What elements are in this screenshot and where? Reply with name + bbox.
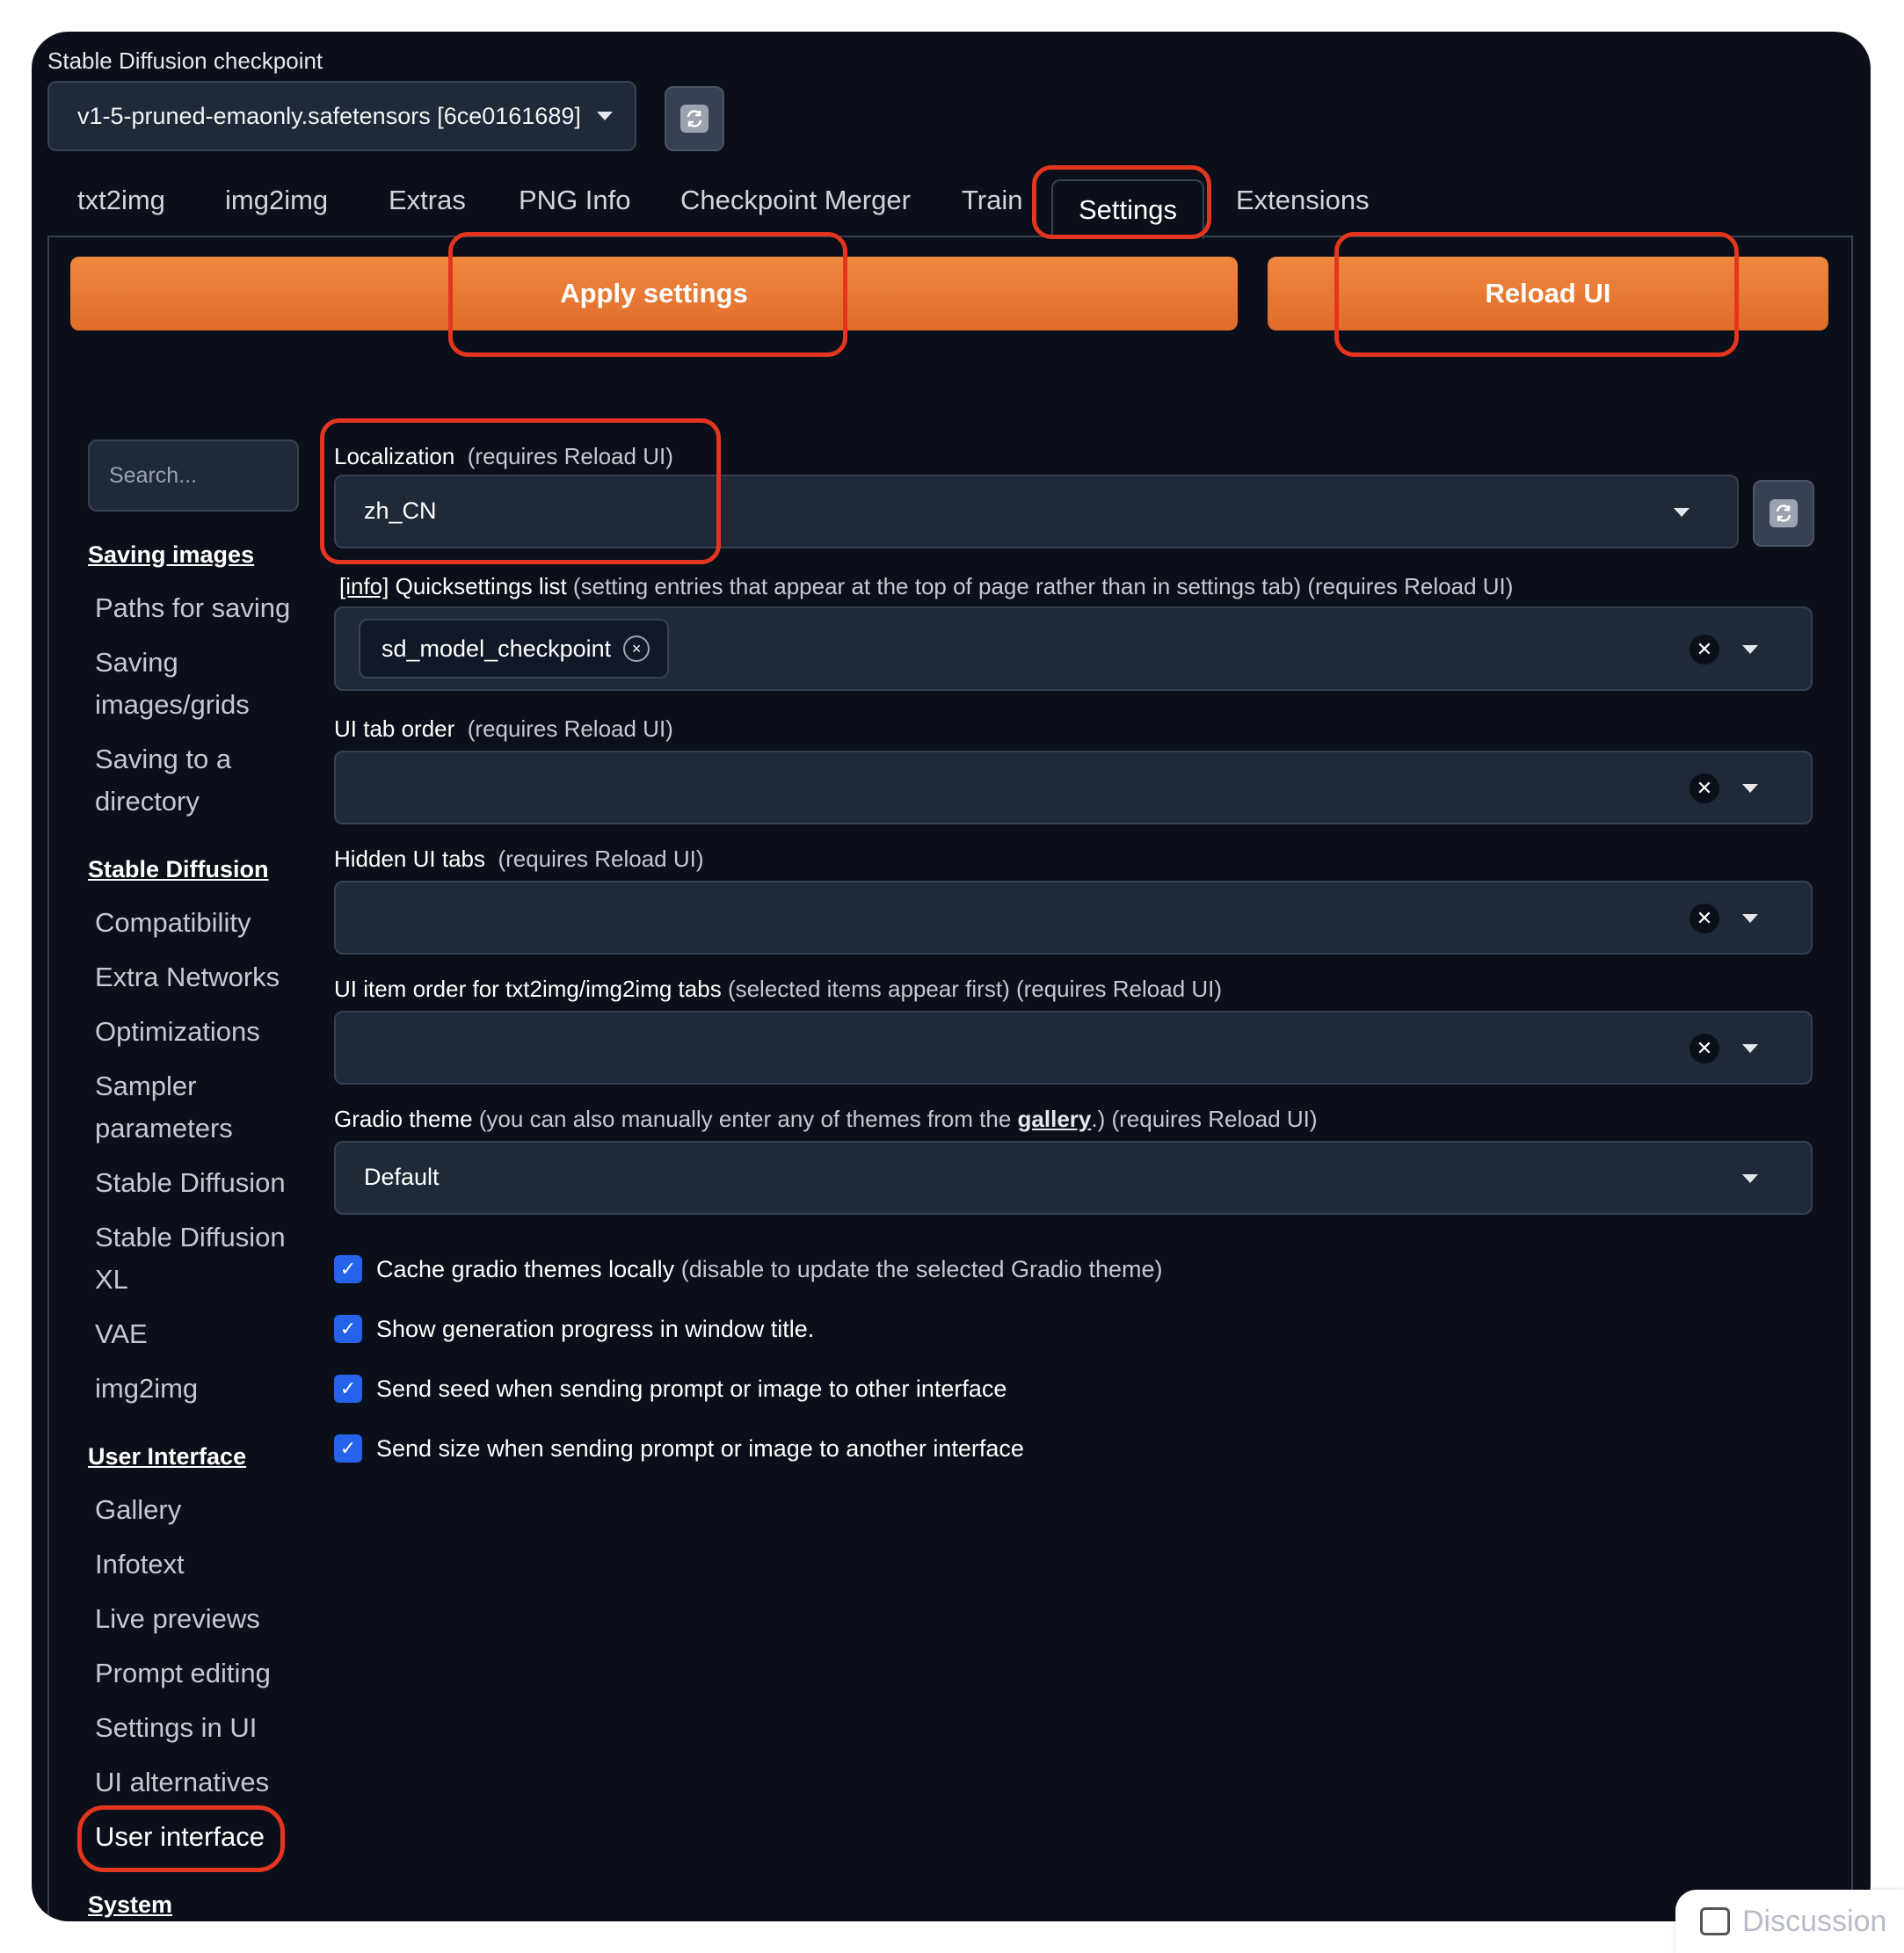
sidebar-section-user-interface[interactable]: User Interface <box>88 1443 246 1470</box>
sidebar-item-saving-images-grids[interactable]: Saving images/grids <box>95 642 297 726</box>
tab-order-label: UI tab order (requires Reload UI) <box>334 715 673 742</box>
tab-checkpoint-merger[interactable]: Checkpoint Merger <box>680 185 911 216</box>
send-size-checkbox[interactable]: ✓ <box>334 1434 362 1463</box>
chevron-down-icon <box>1742 1174 1758 1183</box>
chevron-down-icon <box>1742 784 1758 793</box>
sidebar-item-saving-to-directory[interactable]: Saving to a directory <box>95 738 297 823</box>
sidebar-item-stable-diffusion-xl[interactable]: Stable Diffusion XL <box>95 1216 297 1301</box>
sidebar-item-settings-in-ui[interactable]: Settings in UI <box>95 1707 297 1749</box>
checkpoint-refresh-button[interactable] <box>665 86 724 151</box>
sidebar-item-prompt-editing[interactable]: Prompt editing <box>95 1652 297 1695</box>
chevron-down-icon <box>596 112 613 120</box>
tab-png-info[interactable]: PNG Info <box>519 185 631 216</box>
tab-img2img[interactable]: img2img <box>225 185 328 216</box>
sidebar-item-ui-alternatives[interactable]: UI alternatives <box>95 1761 297 1804</box>
clear-icon[interactable]: ✕ <box>1690 1034 1719 1064</box>
sidebar-section-saving-images[interactable]: Saving images <box>88 541 254 569</box>
sidebar-item-user-interface[interactable]: User interface <box>95 1816 297 1858</box>
item-order-multiselect[interactable]: ✕ <box>334 1011 1813 1085</box>
quicksettings-label: [info] Quicksettings list (setting entri… <box>339 573 1514 599</box>
sidebar-item-gallery[interactable]: Gallery <box>95 1489 297 1531</box>
cache-themes-checkbox[interactable]: ✓ <box>334 1255 362 1283</box>
clear-icon[interactable]: ✕ <box>1690 635 1719 664</box>
hidden-tabs-multiselect[interactable]: ✕ <box>334 881 1813 955</box>
quicksettings-multiselect[interactable]: sd_model_checkpoint × ✕ <box>334 606 1813 691</box>
localization-value: zh_CN <box>364 497 437 524</box>
show-progress-checkbox[interactable]: ✓ <box>334 1315 362 1343</box>
sidebar-item-stable-diffusion[interactable]: Stable Diffusion <box>95 1162 297 1204</box>
chevron-down-icon <box>1742 1044 1758 1053</box>
localization-dropdown[interactable]: zh_CN <box>334 475 1739 548</box>
discussion-button[interactable]: Discussion <box>1675 1890 1904 1953</box>
gallery-link[interactable]: gallery <box>1018 1106 1092 1132</box>
refresh-icon <box>680 105 709 133</box>
localization-refresh-button[interactable] <box>1753 480 1814 547</box>
gradio-theme-dropdown[interactable]: Default <box>334 1141 1813 1215</box>
send-seed-checkbox-row[interactable]: ✓ Send seed when sending prompt or image… <box>334 1375 1007 1403</box>
apply-settings-button[interactable]: Apply settings <box>70 257 1238 330</box>
item-order-label: UI item order for txt2img/img2img tabs (… <box>334 976 1223 1002</box>
send-seed-checkbox[interactable]: ✓ <box>334 1375 362 1403</box>
checkpoint-label: Stable Diffusion checkpoint <box>47 47 323 74</box>
cache-themes-checkbox-row[interactable]: ✓ Cache gradio themes locally (disable t… <box>334 1255 1163 1283</box>
info-link[interactable]: [info] <box>339 573 389 599</box>
sidebar-item-img2img[interactable]: img2img <box>95 1368 297 1410</box>
refresh-icon <box>1770 499 1798 527</box>
sidebar-section-system[interactable]: System <box>88 1891 172 1919</box>
sidebar-item-extra-networks[interactable]: Extra Networks <box>95 956 297 998</box>
tab-extensions[interactable]: Extensions <box>1236 185 1370 216</box>
sidebar-item-live-previews[interactable]: Live previews <box>95 1598 297 1640</box>
tab-order-multiselect[interactable]: ✕ <box>334 751 1813 824</box>
hidden-tabs-label: Hidden UI tabs (requires Reload UI) <box>334 846 704 872</box>
clear-icon[interactable]: ✕ <box>1690 904 1719 933</box>
sidebar-item-optimizations[interactable]: Optimizations <box>95 1011 297 1053</box>
settings-panel: Stable Diffusion checkpoint v1-5-pruned-… <box>32 32 1871 1921</box>
quicksettings-chip: sd_model_checkpoint × <box>359 619 670 679</box>
remove-chip-icon[interactable]: × <box>623 635 650 662</box>
tab-train[interactable]: Train <box>962 185 1022 216</box>
sidebar-item-compatibility[interactable]: Compatibility <box>95 902 297 944</box>
gradio-theme-label: Gradio theme (you can also manually ente… <box>334 1106 1318 1132</box>
tab-settings[interactable]: Settings <box>1051 179 1204 239</box>
sidebar-item-paths-for-saving[interactable]: Paths for saving <box>95 587 297 629</box>
tab-txt2img[interactable]: txt2img <box>77 185 165 216</box>
chat-icon <box>1700 1907 1730 1935</box>
checkpoint-dropdown[interactable]: v1-5-pruned-emaonly.safetensors [6ce0161… <box>47 81 636 151</box>
localization-label: Localization (requires Reload UI) <box>334 443 673 469</box>
sidebar-item-sampler-parameters[interactable]: Sampler parameters <box>95 1065 297 1150</box>
sidebar-item-infotext[interactable]: Infotext <box>95 1543 297 1586</box>
checkpoint-value: v1-5-pruned-emaonly.safetensors [6ce0161… <box>77 102 581 129</box>
send-size-checkbox-row[interactable]: ✓ Send size when sending prompt or image… <box>334 1434 1024 1463</box>
sidebar-item-vae[interactable]: VAE <box>95 1313 297 1355</box>
tab-extras[interactable]: Extras <box>389 185 466 216</box>
show-progress-checkbox-row[interactable]: ✓ Show generation progress in window tit… <box>334 1315 814 1343</box>
settings-search-input[interactable]: Search... <box>88 439 299 512</box>
tab-divider <box>47 236 1853 237</box>
sidebar-section-stable-diffusion[interactable]: Stable Diffusion <box>88 856 269 883</box>
chevron-down-icon <box>1742 645 1758 654</box>
clear-icon[interactable]: ✕ <box>1690 773 1719 803</box>
chevron-down-icon <box>1674 508 1690 517</box>
gradio-theme-value: Default <box>364 1164 440 1190</box>
reload-ui-button[interactable]: Reload UI <box>1268 257 1828 330</box>
chevron-down-icon <box>1742 914 1758 923</box>
